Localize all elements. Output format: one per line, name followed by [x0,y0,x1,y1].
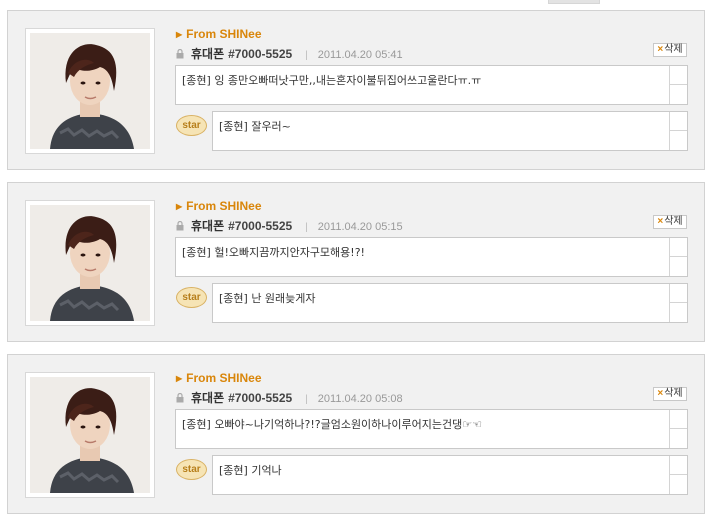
lock-icon [176,48,188,62]
meta-row: 휴대폰 #7000-5525 | 2011.04.20 05:41 [176,45,506,61]
lock-icon [176,392,188,406]
arrow-right-icon: ▶ [176,202,183,211]
divider: | [305,50,308,61]
reply-text: [종현] 잘우러~ [219,120,291,133]
scrollbar[interactable] [669,456,687,494]
scroll-up-button[interactable] [670,284,687,303]
reply-box: [종현] 난 원래늦게자 [212,283,688,323]
avatar [30,33,150,149]
meta-row: 휴대폰 #7000-5525 | 2011.04.20 05:08 [176,389,506,405]
message-box: [종현] 헐!오빠지끔까지안자구모해용!?! [175,237,688,277]
message-card: ▶ From SHINee 휴대폰 #7000-5525 | 2011.04.20 05… [7,10,705,170]
scroll-up-button[interactable] [670,112,687,131]
from-text: From SHINee [186,27,262,41]
avatar [30,377,150,493]
lock-icon [176,220,188,234]
message-text: [종현] 오빠야~나기억하나?!?글엄소원이하나이루어지는건댕☞☜ [182,418,482,431]
profile-photo [25,372,155,498]
delete-label: 삭제 [664,216,683,227]
delete-label: 삭제 [664,44,683,55]
avatar [30,205,150,321]
from-text: From SHINee [186,371,262,385]
message-card: ▶ From SHINee 휴대폰 #7000-5525 | 2011.04.20 05… [7,354,705,514]
star-badge: star [176,287,207,308]
from-label: ▶ From SHINee [176,199,262,213]
close-icon: × [657,44,664,55]
delete-label: 삭제 [664,388,683,399]
delete-button[interactable]: ×삭제 [653,387,687,401]
timestamp: 2011.04.20 05:08 [317,393,403,405]
profile-photo [25,28,155,154]
sender-name: 휴대폰 [191,391,225,405]
from-label: ▶ From SHINee [176,27,262,41]
message-box: [종현] 잉 종만오빠떠낫구만,,내는혼자이불뒤집어쓰고울란다ㅠ.ㅠ [175,65,688,105]
scrollbar[interactable] [669,410,687,448]
close-icon: × [657,216,664,227]
arrow-right-icon: ▶ [176,30,183,39]
reply-box: [종현] 잘우러~ [212,111,688,151]
meta-row: 휴대폰 #7000-5525 | 2011.04.20 05:15 [176,217,506,233]
scrollbar[interactable] [669,112,687,150]
message-card: ▶ From SHINee 휴대폰 #7000-5525 | 2011.04.20 05… [7,182,705,342]
scroll-up-button[interactable] [670,456,687,475]
delete-button[interactable]: ×삭제 [653,43,687,57]
divider: | [305,394,308,405]
scrollbar[interactable] [669,284,687,322]
divider: | [305,222,308,233]
scrollbar[interactable] [669,238,687,276]
timestamp: 2011.04.20 05:41 [317,49,403,61]
message-text: [종현] 잉 종만오빠떠낫구만,,내는혼자이불뒤집어쓰고울란다ㅠ.ㅠ [182,74,482,87]
sender-name: 휴대폰 [191,47,225,61]
sender-number: #7000-5525 [228,47,293,61]
scroll-up-button[interactable] [670,238,687,257]
message-box: [종현] 오빠야~나기억하나?!?글엄소원이하나이루어지는건댕☞☜ [175,409,688,449]
scroll-up-button[interactable] [670,410,687,429]
reply-text: [종현] 기억나 [219,464,282,477]
sender-number: #7000-5525 [228,391,293,405]
reply-text: [종현] 난 원래늦게자 [219,292,316,305]
delete-button[interactable]: ×삭제 [653,215,687,229]
profile-photo [25,200,155,326]
sender-number: #7000-5525 [228,219,293,233]
message-text: [종현] 헐!오빠지끔까지안자구모해용!?! [182,246,365,259]
arrow-right-icon: ▶ [176,374,183,383]
star-badge: star [176,115,207,136]
star-badge: star [176,459,207,480]
sender-name: 휴대폰 [191,219,225,233]
from-text: From SHINee [186,199,262,213]
top-tab [548,0,600,4]
reply-box: [종현] 기억나 [212,455,688,495]
scroll-up-button[interactable] [670,66,687,85]
close-icon: × [657,388,664,399]
scrollbar[interactable] [669,66,687,104]
timestamp: 2011.04.20 05:15 [317,221,403,233]
from-label: ▶ From SHINee [176,371,262,385]
